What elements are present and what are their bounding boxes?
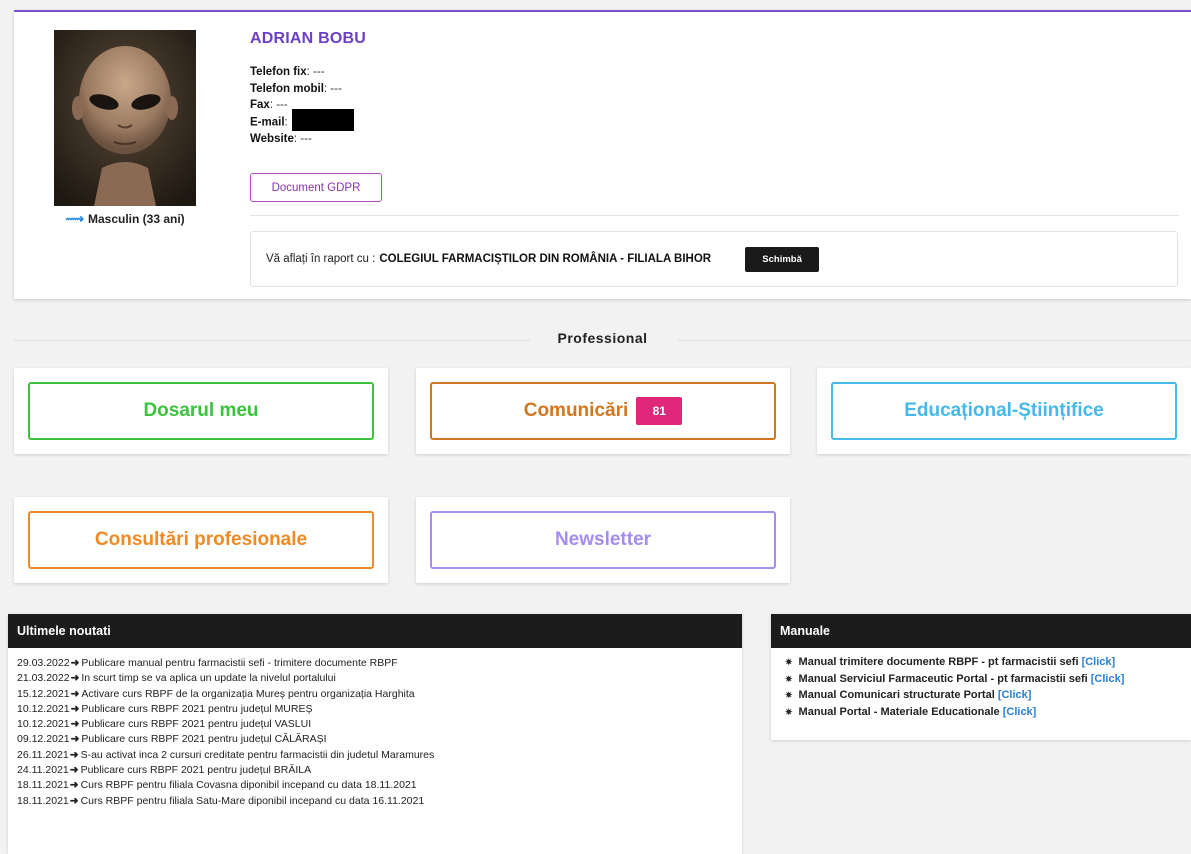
avatar-image (54, 30, 196, 206)
manual-item: ✷ Manual Serviciul Farmaceutic Portal - p… (785, 672, 1125, 685)
relation-prefix: Vă aflați în raport cu : (266, 253, 376, 265)
news-list: 29.03.2022➜ Publicare manual pentru farma… (8, 648, 742, 809)
relation-org: COLEGIUL FARMACIȘTILOR DIN ROMÂNIA - FIL… (379, 253, 712, 265)
manual-item: ✷ Manual Portal - Materiale Educationale … (785, 705, 1037, 718)
arrow-right-icon: ➜ (69, 779, 79, 792)
relation-box: Vă aflați în raport cu : COLEGIUL FARMAC… (250, 231, 1178, 287)
manual-click-link[interactable]: [Click] (1082, 656, 1116, 668)
newsletter-button[interactable]: Newsletter (430, 511, 776, 569)
website-row: Website: --- (250, 132, 312, 145)
news-item[interactable]: 10.12.2021➜ Publicare curs RBPF 2021 pent… (17, 717, 742, 732)
bullet-icon: ✷ (785, 690, 793, 700)
bullet-icon: ✷ (785, 706, 793, 717)
tile-newsletter: Newsletter (416, 497, 790, 583)
arrow-right-icon: ➜ (69, 794, 79, 807)
arrow-right-icon: ➜ (70, 702, 80, 715)
consultari-button[interactable]: Consultări profesionale (28, 511, 374, 569)
news-item[interactable]: 26.11.2021➜ S-au activat inca 2 cursuri c… (17, 748, 742, 763)
email-redacted (291, 108, 354, 131)
manual-click-link[interactable]: [Click] (1091, 673, 1125, 685)
news-panel: Ultimele noutati 29.03.2022➜ Publicare ma… (8, 614, 742, 854)
tile-dosar: Dosarul meu (14, 368, 388, 454)
tile-comunicari: Comunicări 81 (416, 368, 790, 454)
contact-info: Telefon fix: --- Telefon mobil: --- Fax:… (250, 64, 354, 147)
phone-fixed-row: Telefon fix: --- (250, 66, 325, 78)
news-item[interactable]: 18.11.2021➜ Curs RBPF pentru filiala Cova… (17, 778, 742, 793)
arrow-right-icon: ➜ (70, 657, 80, 669)
comunicari-count-badge: 81 (636, 397, 683, 425)
arrow-right-icon: ➜ (69, 764, 79, 777)
phone-mobile-row: Telefon mobil: --- (250, 82, 342, 95)
gender-age: ⟿ Masculin (33 ani) (65, 211, 185, 226)
manual-click-link[interactable]: [Click] (1003, 706, 1037, 718)
manuals-panel: Manuale ✷ Manual trimitere documente RBPF… (771, 614, 1191, 740)
divider (250, 215, 1179, 216)
manual-click-link[interactable]: [Click] (998, 689, 1032, 701)
arrow-right-icon: ➜ (70, 718, 80, 731)
profile-card: ⟿ Masculin (33 ani) ADRIAN BOBU Telefon f… (14, 10, 1191, 299)
email-row: E-mail: (250, 108, 354, 131)
news-item[interactable]: 10.12.2021➜ Publicare curs RBPF 2021 pent… (17, 702, 742, 717)
news-item[interactable]: 21.03.2022➜ In scurt timp se va aplica un… (17, 671, 742, 686)
manual-item: ✷ Manual Comunicari structurate Portal [C… (785, 689, 1032, 701)
news-item[interactable]: 29.03.2022➜ Publicare manual pentru farma… (17, 656, 742, 671)
news-item[interactable]: 09.12.2021➜ Publicare curs RBPF 2021 pent… (17, 732, 742, 747)
avatar (54, 30, 196, 206)
manual-item: ✷ Manual trimitere documente RBPF - pt fa… (785, 656, 1116, 668)
arrow-right-icon: ➜ (70, 733, 80, 746)
manuals-panel-title: Manuale (771, 614, 1191, 648)
person-icon: ⟿ (65, 211, 84, 226)
dosar-button[interactable]: Dosarul meu (28, 382, 374, 440)
tile-consultari: Consultări profesionale (14, 497, 388, 583)
bullet-icon: ✷ (785, 673, 793, 684)
news-item[interactable]: 15.12.2021➜ Activare curs RBPF de la orga… (17, 687, 742, 702)
news-item[interactable]: 18.11.2021➜ Curs RBPF pentru filiala Satu… (17, 794, 742, 809)
educational-button[interactable]: Educațional-Științifice (831, 382, 1177, 440)
news-panel-title: Ultimele noutati (8, 614, 742, 648)
gdpr-document-button[interactable]: Document GDPR (250, 173, 382, 202)
bullet-icon: ✷ (785, 657, 793, 667)
news-item[interactable]: 24.11.2021➜ Publicare curs RBPF 2021 pent… (17, 763, 742, 778)
section-header: Professional (14, 326, 1191, 354)
comunicari-button[interactable]: Comunicări 81 (430, 382, 776, 440)
manuals-list: ✷ Manual trimitere documente RBPF - pt fa… (771, 648, 1191, 720)
tile-educational: Educațional-Științifice (817, 368, 1191, 454)
profile-name: ADRIAN BOBU (250, 30, 366, 47)
arrow-right-icon: ➜ (70, 687, 80, 700)
change-organization-button[interactable]: Schimbă (745, 246, 820, 272)
arrow-right-icon: ➜ (70, 672, 80, 685)
section-title: Professional (557, 330, 648, 346)
arrow-right-icon: ➜ (69, 748, 79, 761)
